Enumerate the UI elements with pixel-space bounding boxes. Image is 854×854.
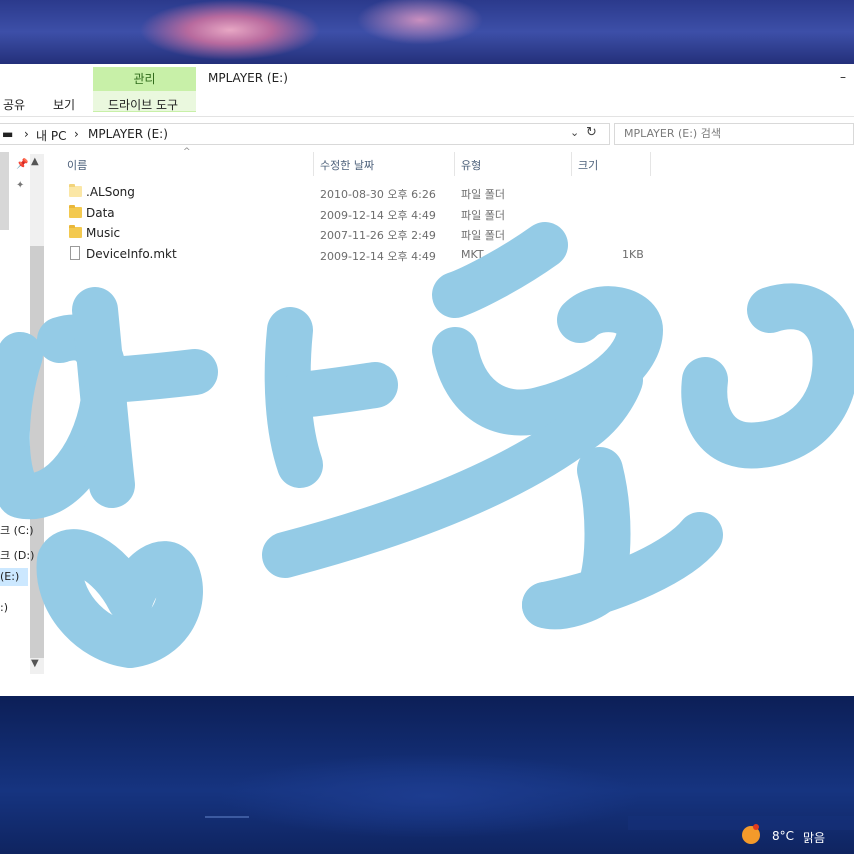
breadcrumb-this-pc[interactable]: 내 PC [36,127,66,144]
weather-temperature[interactable]: 8°C [772,829,794,843]
file-modified: 2010-08-30 오후 6:26 [320,188,436,201]
nav-item-drive-e[interactable]: (E:) [0,568,28,586]
scroll-down-icon[interactable]: ▼ [31,658,39,669]
file-type: 파일 폴더 [461,209,505,222]
file-name: Music [86,226,121,240]
file-row[interactable]: Data 2009-12-14 오후 4:49 파일 폴더 [66,203,666,223]
taskbar-indicator [205,816,249,818]
file-icon [70,246,80,260]
column-divider[interactable] [454,152,455,176]
weather-sun-icon[interactable] [742,824,760,844]
nav-item-drive-c[interactable]: 크 (C:) [0,522,34,538]
file-modified: 2009-12-14 오후 4:49 [320,250,436,263]
column-header-size[interactable]: 크기 [578,157,598,173]
file-name: Data [86,206,115,220]
desktop-wallpaper-top [0,0,854,64]
tab-view[interactable]: 보기 [53,96,75,113]
file-row[interactable]: DeviceInfo.mkt 2009-12-14 오후 4:49 MKT 1K… [66,244,666,264]
file-name: .ALSong [86,185,135,199]
pin-icon[interactable]: 📌 [16,159,28,170]
file-size: 1KB [622,248,644,261]
tab-manage[interactable]: 관리 [93,67,196,91]
desktop-wallpaper-bottom [0,696,854,854]
column-header-type[interactable]: 유형 [461,157,481,173]
folder-icon [69,205,82,218]
scrollbar-thumb[interactable] [30,246,44,658]
minimize-button[interactable]: – [840,70,854,84]
breadcrumb-separator[interactable]: › [24,127,29,141]
column-divider[interactable] [571,152,572,176]
folder-hidden-icon [69,184,82,197]
file-modified: 2009-12-14 오후 4:49 [320,209,436,222]
breadcrumb-drive[interactable]: MPLAYER (E:) [88,127,168,141]
file-modified: 2007-11-26 오후 2:49 [320,229,436,242]
nav-item-drive-d[interactable]: 크 (D:) [0,547,34,563]
window-title: MPLAYER (E:) [208,71,288,85]
file-explorer-window: 관리 MPLAYER (E:) – 공유 보기 드라이브 도구 ▬ › 내 PC… [0,64,854,696]
chevron-down-icon[interactable]: ⌄ [570,126,579,139]
file-type: 파일 폴더 [461,229,505,242]
column-header-modified[interactable]: 수정한 날짜 [320,157,374,173]
file-type: MKT [461,248,484,261]
address-bar[interactable]: ▬ › 내 PC › MPLAYER (E:) ⌄ ↻ [0,123,610,145]
file-type: 파일 폴더 [461,188,505,201]
search-input[interactable]: MPLAYER (E:) 검색 [614,123,854,145]
file-row[interactable]: Music 2007-11-26 오후 2:49 파일 폴더 [66,223,666,243]
nav-item-drive-other[interactable]: :) [0,601,8,614]
nav-pane-highlight [0,152,9,230]
taskbar-area [628,816,854,830]
file-name: DeviceInfo.mkt [86,247,177,261]
nav-scrollbar[interactable] [30,154,44,674]
column-divider[interactable] [650,152,651,176]
tab-share[interactable]: 공유 [3,96,25,113]
column-divider[interactable] [313,152,314,176]
weather-condition[interactable]: 맑음 [803,829,825,846]
pin-icon[interactable]: ✦ [16,180,24,191]
scroll-up-icon[interactable]: ▲ [31,156,39,167]
breadcrumb-separator[interactable]: › [74,127,79,141]
file-row[interactable]: .ALSong 2010-08-30 오후 6:26 파일 폴더 [66,182,666,202]
sort-ascending-icon: ^ [183,147,191,157]
ribbon-divider [0,116,854,117]
address-back-icon[interactable]: ▬ [2,127,13,141]
refresh-icon[interactable]: ↻ [586,125,597,140]
tab-drive-tools[interactable]: 드라이브 도구 [108,96,178,113]
folder-icon [69,225,82,238]
column-header-name[interactable]: 이름 [67,157,87,173]
